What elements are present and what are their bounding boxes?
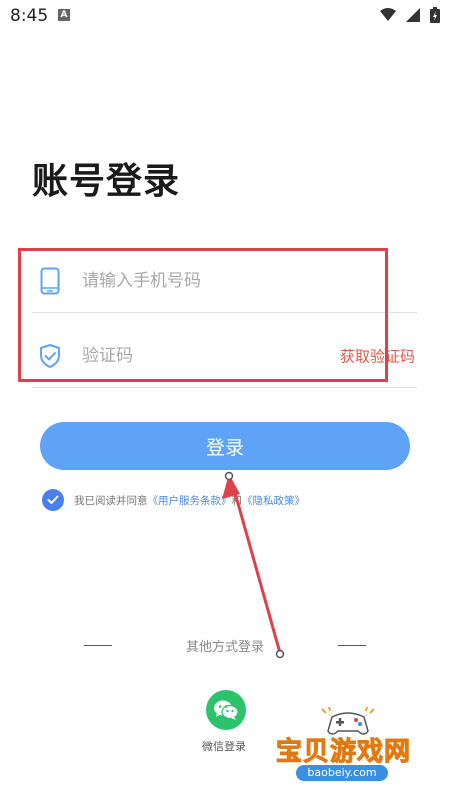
- agreement-prefix: 我已阅读并同意: [74, 494, 148, 507]
- wifi-icon: [380, 8, 396, 21]
- wechat-login-button[interactable]: 微信登录: [200, 690, 252, 754]
- wechat-login-label: 微信登录: [202, 740, 246, 753]
- get-code-button[interactable]: 获取验证码: [340, 346, 415, 367]
- signal-icon: [406, 8, 420, 22]
- agreement-connector: 和: [231, 494, 243, 507]
- other-login-label: 其他方式登录: [185, 640, 264, 655]
- app-notification-icon: A: [58, 9, 70, 21]
- watermark-title: 宝贝游戏网: [275, 737, 412, 768]
- code-row: 获取验证码: [32, 325, 417, 388]
- agreement-row: 我已阅读并同意 《用户服务条款》 和 《隐私政策》: [42, 489, 305, 511]
- phone-row: [32, 250, 417, 313]
- privacy-link[interactable]: 《隐私政策》: [242, 493, 305, 508]
- login-form: 获取验证码: [32, 248, 417, 388]
- battery-icon: [430, 7, 440, 23]
- terms-link[interactable]: 《用户服务条款》: [148, 493, 232, 508]
- watermark-domain: baobeiy.com: [296, 765, 388, 781]
- status-icons: [380, 7, 440, 23]
- shield-icon: [38, 342, 62, 370]
- divider-line-right: [338, 645, 366, 646]
- watermark-logo: 宝贝游戏网 baobeiy.com: [275, 703, 426, 793]
- phone-icon: [38, 267, 62, 295]
- agreement-checkbox[interactable]: [42, 489, 64, 511]
- verification-code-input[interactable]: [80, 345, 314, 367]
- check-icon: [47, 495, 59, 504]
- other-login-divider: 其他方式登录: [0, 636, 450, 656]
- wechat-icon: [206, 690, 246, 730]
- status-bar: 8:45 A: [0, 0, 450, 32]
- login-button[interactable]: 登录: [40, 422, 410, 470]
- page-title: 账号登录: [32, 161, 181, 202]
- status-time: 8:45: [10, 6, 49, 26]
- annotation-arrow: [222, 471, 285, 659]
- phone-input[interactable]: [80, 270, 314, 292]
